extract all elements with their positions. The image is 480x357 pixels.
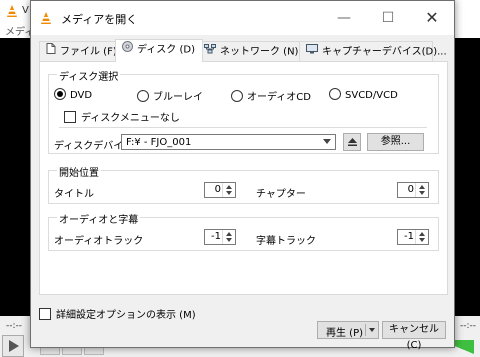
chapter-spinbox[interactable]: 0 [397, 182, 429, 198]
divider [59, 127, 427, 128]
title-label: タイトル [54, 189, 94, 200]
vlc-window-title: V [22, 5, 29, 16]
tab-capture-device-label: キャプチャーデバイス(D)... [322, 46, 447, 58]
radio-dvd-label: DVD [70, 90, 93, 101]
start-position-title: 開始位置 [57, 164, 101, 179]
vlc-cone-icon [39, 11, 53, 28]
browse-button[interactable]: 参照... [367, 133, 424, 151]
spin-arrows[interactable] [222, 230, 235, 244]
eject-icon [347, 138, 358, 150]
disc-icon [122, 40, 133, 59]
show-more-options-label: 詳細設定オプションの表示 (M) [56, 310, 196, 321]
tab-disc[interactable]: ディスク (D) [115, 39, 203, 62]
capture-device-icon [306, 42, 318, 61]
tab-file[interactable]: ファイル (F) [39, 41, 121, 61]
minimize-button[interactable]: — [322, 1, 366, 35]
no-disc-menus-box [64, 111, 76, 123]
radio-audio-cd-label: オーディオCD [247, 92, 311, 103]
start-position-group: 開始位置 タイトル 0 チャプター 0 [48, 164, 439, 204]
cancel-button[interactable]: キャンセル (C) [382, 321, 446, 351]
no-disc-menus-checkbox[interactable]: ディスクメニューなし [64, 109, 180, 124]
disc-tab-panel: ディスク選択 DVD ブルーレイ オーディオCD SVCD/VCD ディスクメニ… [39, 61, 448, 295]
radio-svcd-vcd[interactable]: SVCD/VCD [329, 88, 398, 101]
network-icon [204, 42, 216, 61]
radio-bluray-label: ブルーレイ [153, 92, 203, 103]
subtitle-track-label: 字幕トラック [256, 236, 316, 247]
vlc-play-button[interactable] [2, 335, 24, 357]
subtitle-track-value: -1 [404, 231, 414, 242]
no-disc-menus-label: ディスクメニューなし [81, 113, 180, 124]
close-button[interactable]: ✕ [410, 1, 454, 35]
open-media-dialog: メディアを開く — ☐ ✕ ファイル (F) ディスク (D) ネットワーク (… [30, 0, 455, 351]
tab-capture-device[interactable]: キャプチャーデバイス(D)... [299, 41, 447, 61]
radio-svcd-vcd-indicator [329, 88, 341, 100]
disc-device-combobox[interactable]: F:¥ - FJO_001 [121, 134, 336, 150]
chapter-label: チャプター [256, 189, 306, 200]
radio-bluray[interactable]: ブルーレイ [137, 88, 203, 103]
vlc-total-time: --:-- [459, 321, 476, 331]
play-button-label: 再生 (P) [326, 328, 364, 339]
title-spinbox[interactable]: 0 [204, 182, 236, 198]
disc-selection-group: ディスク選択 DVD ブルーレイ オーディオCD SVCD/VCD ディスクメニ… [48, 68, 439, 154]
audio-track-spinbox[interactable]: -1 [204, 229, 236, 245]
tab-file-label: ファイル (F) [60, 46, 117, 58]
title-value: 0 [214, 184, 221, 195]
spin-arrows[interactable] [415, 183, 428, 197]
chevron-down-icon [323, 139, 331, 144]
maximize-button[interactable]: ☐ [366, 1, 410, 35]
radio-bluray-indicator [137, 90, 149, 102]
spin-arrows[interactable] [222, 183, 235, 197]
radio-audio-cd[interactable]: オーディオCD [231, 88, 311, 103]
audio-track-label: オーディオトラック [54, 236, 144, 247]
file-icon [46, 42, 56, 61]
chevron-down-icon[interactable] [369, 328, 375, 332]
tab-network[interactable]: ネットワーク (N) [197, 41, 305, 61]
vlc-elapsed-time: --:-- [6, 321, 23, 331]
audio-subtitles-title: オーディオと字幕 [57, 211, 141, 226]
show-more-options-box [39, 308, 51, 320]
radio-dvd[interactable]: DVD [54, 88, 92, 101]
vlc-cone-icon [5, 4, 19, 21]
radio-dvd-indicator [54, 88, 66, 100]
tab-network-label: ネットワーク (N) [220, 46, 299, 58]
subtitle-track-spinbox[interactable]: -1 [397, 229, 429, 245]
eject-button[interactable] [343, 133, 361, 151]
play-button[interactable]: 再生 (P) [317, 321, 379, 339]
tab-disc-label: ディスク (D) [137, 44, 195, 56]
radio-svcd-vcd-label: SVCD/VCD [345, 90, 398, 101]
chapter-value: 0 [407, 184, 414, 195]
dialog-title: メディアを開く [61, 13, 138, 26]
audio-subtitles-group: オーディオと字幕 オーディオトラック -1 字幕トラック -1 [48, 211, 439, 251]
audio-track-value: -1 [211, 231, 221, 242]
divider [365, 324, 366, 336]
show-more-options-checkbox[interactable]: 詳細設定オプションの表示 (M) [39, 306, 196, 321]
disc-selection-title: ディスク選択 [57, 68, 121, 83]
disc-device-value: F:¥ - FJO_001 [126, 137, 192, 148]
radio-audio-cd-indicator [231, 90, 243, 102]
dialog-titlebar: メディアを開く — ☐ ✕ [31, 1, 454, 35]
spin-arrows[interactable] [415, 230, 428, 244]
